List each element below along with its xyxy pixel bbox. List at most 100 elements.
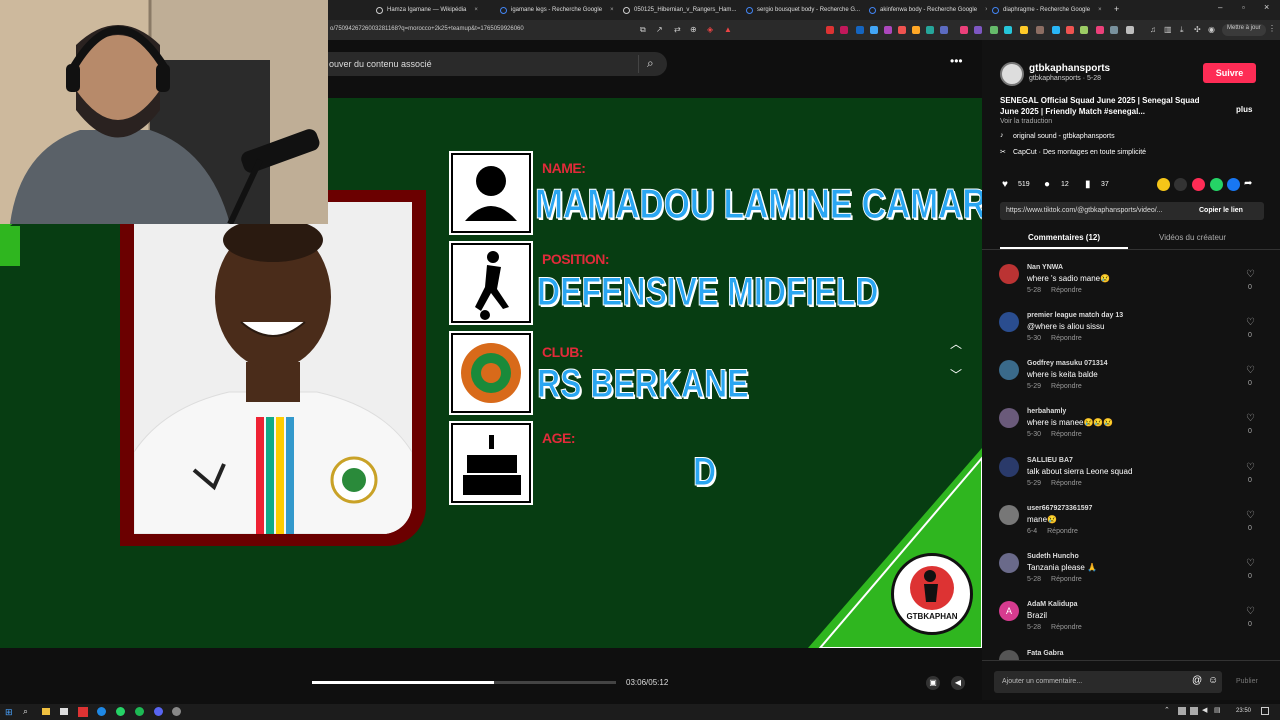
copy-link-button[interactable]: Copier le lien [1199, 207, 1243, 214]
author-handle[interactable]: gtbkaphansports [1029, 63, 1110, 74]
app-icon[interactable] [78, 707, 88, 717]
share-coin-icon[interactable] [1157, 178, 1170, 191]
avatar[interactable]: A [999, 601, 1019, 621]
app-icon[interactable] [172, 707, 181, 716]
tray-chevron-icon[interactable]: ⌃ [1164, 706, 1170, 714]
profile-icon[interactable]: ◉ [1208, 25, 1215, 34]
extension-icon[interactable] [1020, 26, 1028, 34]
close-icon[interactable]: × [1098, 7, 1102, 13]
extension-icon[interactable] [884, 26, 892, 34]
heart-icon[interactable]: ♡ [1246, 413, 1255, 424]
avatar[interactable] [999, 312, 1019, 332]
embed-icon[interactable] [1174, 178, 1187, 191]
discord-icon[interactable] [154, 707, 163, 716]
extension-icon[interactable] [1110, 26, 1118, 34]
progress-track[interactable] [312, 681, 616, 684]
avatar[interactable] [999, 505, 1019, 525]
avatar[interactable] [999, 650, 1019, 660]
music-icon[interactable]: ♫ [1150, 25, 1156, 34]
extension-icon[interactable] [1126, 26, 1134, 34]
search-bar[interactable]: ouver du contenu associé ⌕ [325, 52, 667, 76]
extension-icon[interactable] [912, 26, 920, 34]
video-link[interactable]: https://www.tiktok.com/@gtbkaphansports/… [1006, 207, 1163, 214]
next-video-button[interactable]: ﹀ [950, 366, 962, 383]
windows-start-icon[interactable]: ⊞ [5, 707, 13, 718]
facebook-icon[interactable] [1227, 178, 1240, 191]
extension-icon[interactable] [898, 26, 906, 34]
extension-icon[interactable] [1052, 26, 1060, 34]
minimize-icon[interactable]: – [1218, 3, 1222, 12]
extension-icon[interactable] [1004, 26, 1012, 34]
browser-tab[interactable]: Hamza Igamane — Wikipédia × [376, 3, 494, 17]
zoom-icon[interactable]: ⊕ [690, 25, 697, 34]
comment-author[interactable]: herbahamly [1027, 408, 1066, 415]
avatar[interactable] [999, 264, 1019, 284]
heart-icon[interactable]: ♡ [1246, 510, 1255, 521]
reply-button[interactable]: Répondre [1051, 480, 1082, 487]
share-tiktok-icon[interactable] [1192, 178, 1205, 191]
extension-icon[interactable] [856, 26, 864, 34]
whatsapp-icon[interactable] [1210, 178, 1223, 191]
extension-icon[interactable] [990, 26, 998, 34]
translate-icon[interactable]: ⇄ [674, 25, 681, 34]
tray-icon[interactable] [1190, 707, 1198, 715]
whatsapp-icon[interactable] [116, 707, 125, 716]
extension-icon[interactable] [960, 26, 968, 34]
close-window-icon[interactable]: × [1264, 2, 1269, 12]
shield-icon[interactable]: ◈ [707, 25, 713, 34]
bookmark-icon[interactable]: ▮ [1085, 179, 1091, 190]
reply-button[interactable]: Répondre [1051, 431, 1082, 438]
comment-author[interactable]: AdaM Kalidupa [1027, 601, 1078, 608]
alert-icon[interactable]: ▲ [724, 25, 732, 34]
avatar[interactable] [999, 408, 1019, 428]
menu-dots-icon[interactable]: ⋮ [1268, 24, 1276, 33]
heart-icon[interactable]: ♡ [1246, 269, 1255, 280]
tab-comments[interactable]: Commentaires (12) [1028, 233, 1100, 242]
heart-icon[interactable]: ♡ [1246, 606, 1255, 617]
close-icon[interactable]: × [985, 7, 987, 13]
comment-author[interactable]: Fata Gabra [1027, 650, 1064, 657]
share-arrow-icon[interactable]: ➦ [1244, 178, 1252, 189]
more-options-icon[interactable]: ••• [950, 54, 963, 68]
browser-tab[interactable]: diaphragme - Recherche Google × [992, 3, 1110, 17]
extension-icon[interactable] [1096, 26, 1104, 34]
follow-button[interactable]: Suivre [1203, 63, 1256, 83]
cast-icon[interactable]: ⧉ [640, 25, 646, 35]
comment-icon[interactable]: ● [1044, 179, 1050, 190]
sound-link[interactable]: original sound - gtbkaphansports [1013, 133, 1115, 140]
volume-icon[interactable]: ◀ [1202, 706, 1207, 714]
heart-icon[interactable]: ♡ [1246, 462, 1255, 473]
browser-tab[interactable]: 050125_Hibernian_v_Rangers_Ham...× [623, 3, 741, 17]
search-input[interactable]: ouver du contenu associé [329, 59, 432, 69]
reply-button[interactable]: Répondre [1051, 335, 1082, 342]
puzzle-icon[interactable]: ✣ [1194, 25, 1201, 34]
download-icon[interactable]: ⤓ [1180, 25, 1184, 35]
comment-author[interactable]: premier league match day 13 [1027, 312, 1123, 319]
more-button[interactable]: plus [1236, 105, 1252, 114]
file-explorer-icon[interactable] [42, 708, 50, 715]
network-icon[interactable]: ▤ [1214, 706, 1221, 714]
app-icon[interactable] [60, 708, 68, 715]
reply-button[interactable]: Répondre [1051, 576, 1082, 583]
comment-author[interactable]: user6679273361597 [1027, 505, 1092, 512]
search-icon[interactable]: ⌕ [23, 706, 28, 717]
tray-icon[interactable] [1178, 707, 1186, 715]
sidebar-icon[interactable]: ▥ [1164, 25, 1172, 34]
spotify-icon[interactable] [135, 707, 144, 716]
comment-author[interactable]: Nan YNWA [1027, 264, 1063, 271]
reply-button[interactable]: Répondre [1051, 624, 1082, 631]
heart-icon[interactable]: ♡ [1246, 365, 1255, 376]
app-icon[interactable] [97, 707, 106, 716]
update-button[interactable]: Mettre à jour [1222, 24, 1266, 36]
comment-author[interactable]: Godfrey masuku 071314 [1027, 360, 1108, 367]
avatar[interactable] [999, 360, 1019, 380]
tab-creator-videos[interactable]: Vidéos du créateur [1159, 233, 1226, 242]
capcut-link[interactable]: CapCut · Des montages en toute simplicit… [1013, 149, 1146, 156]
extension-icon[interactable] [974, 26, 982, 34]
open-icon[interactable]: ↗ [656, 25, 663, 34]
close-icon[interactable]: × [610, 7, 614, 13]
extension-icon[interactable] [870, 26, 878, 34]
close-icon[interactable]: × [474, 7, 478, 13]
browser-tab[interactable]: akinfenwa body - Recherche Google × [869, 3, 987, 17]
search-icon[interactable]: ⌕ [647, 56, 654, 71]
